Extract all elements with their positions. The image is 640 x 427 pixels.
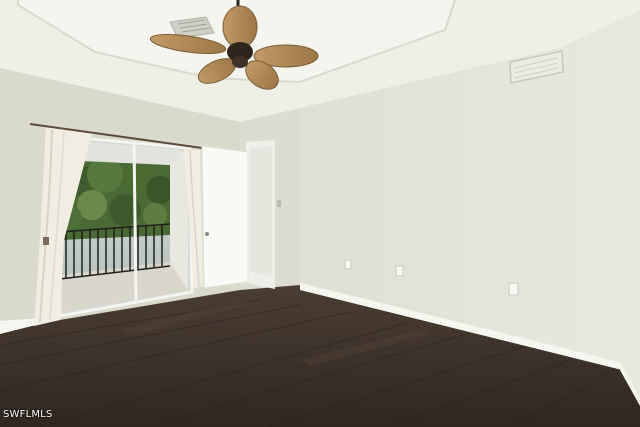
watermark-text: SWFLMLS	[3, 409, 53, 420]
fan-blade-top	[222, 5, 258, 49]
interior-door	[201, 140, 281, 289]
room-illustration	[0, 0, 640, 427]
room-photo: SWFLMLS	[0, 0, 640, 427]
